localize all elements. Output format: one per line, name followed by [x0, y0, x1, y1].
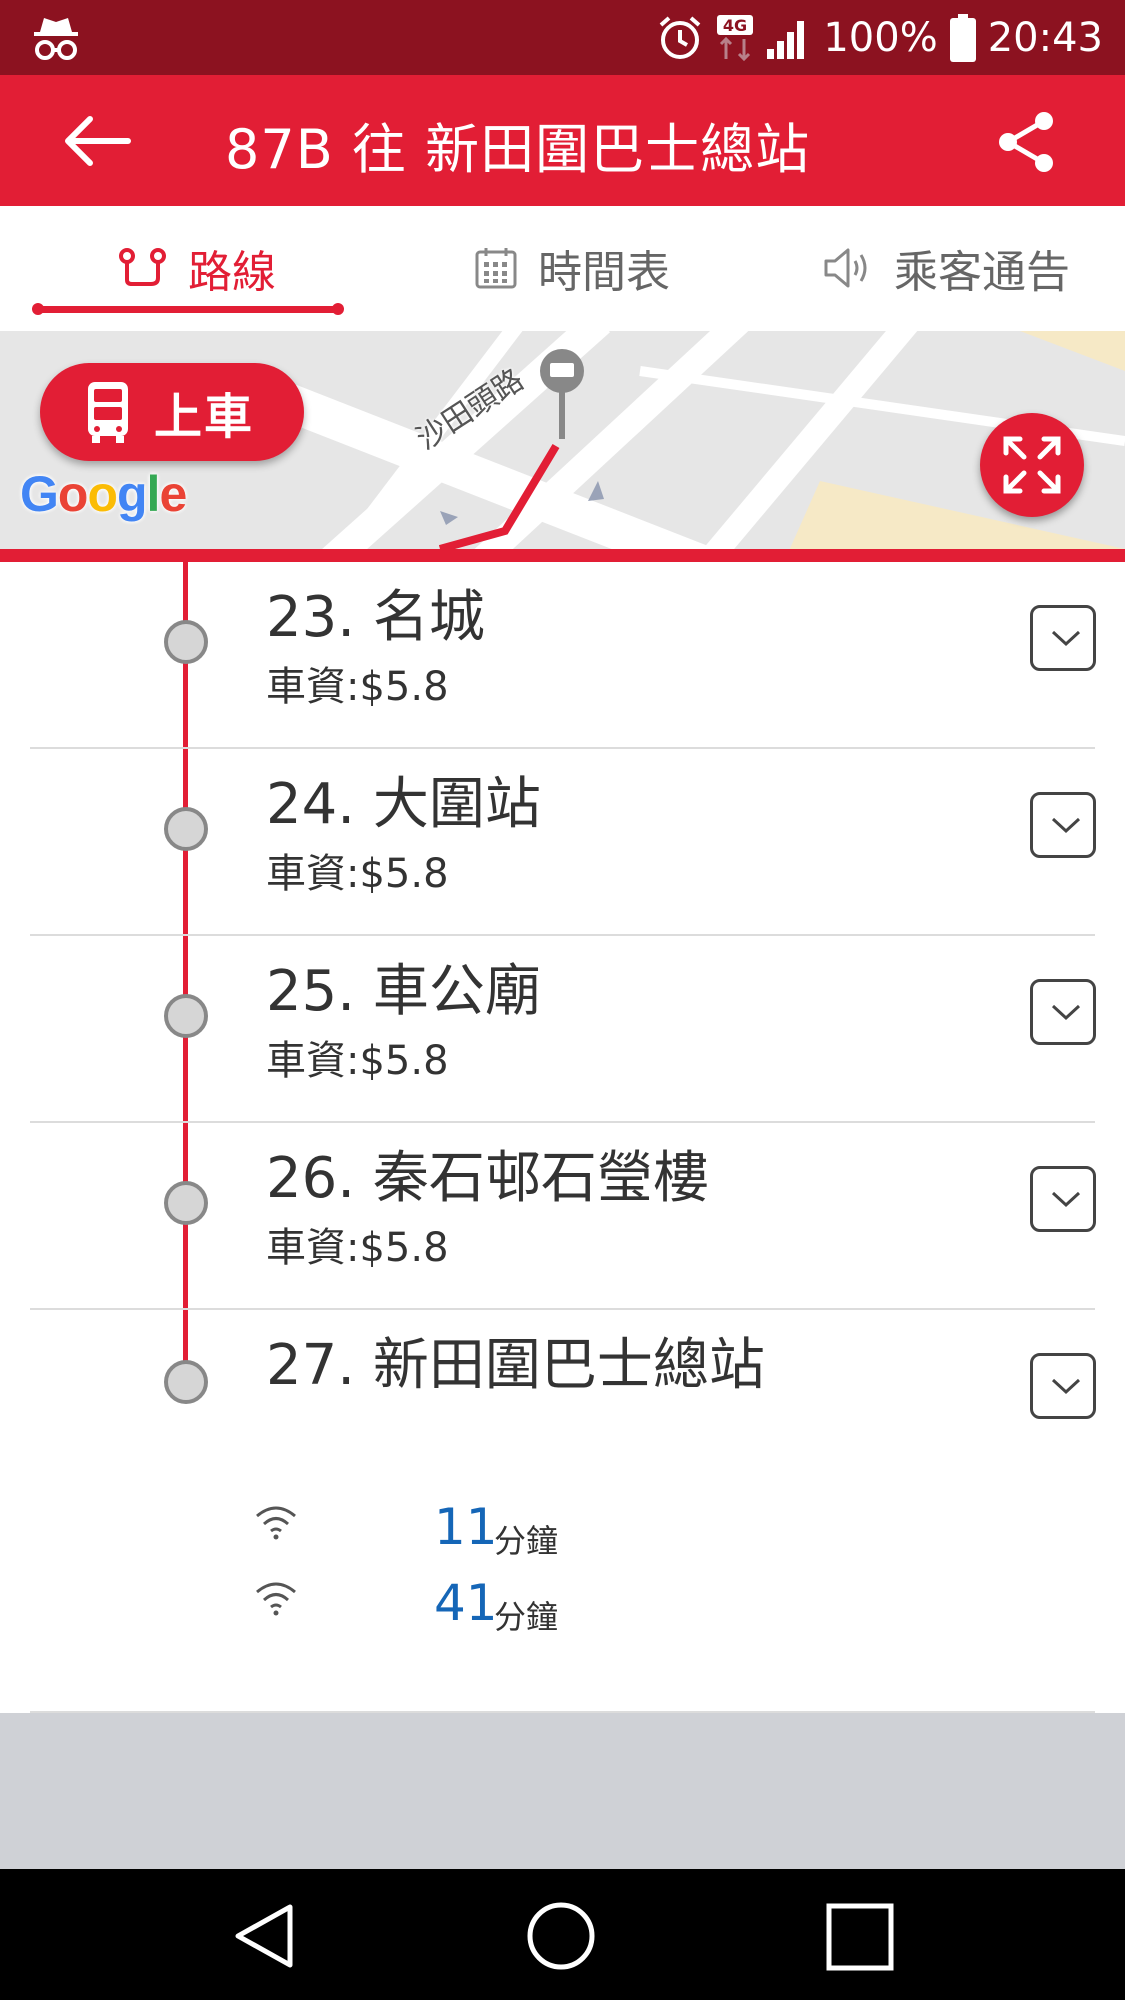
signal-icon: [767, 20, 805, 59]
eta-minutes: 41: [434, 1574, 498, 1632]
stop-name: 23. 名城: [266, 585, 485, 650]
tab-route[interactable]: 路線: [118, 238, 276, 298]
route-icon: [119, 248, 166, 286]
tab-notices[interactable]: 乘客通告: [822, 238, 1070, 298]
eta-unit: 分鐘: [494, 1522, 559, 1560]
tab-bar: 路線 時間表 乘客通告: [0, 206, 1125, 331]
incognito-icon: [34, 18, 78, 60]
stop-name: 26. 秦石邨石瑩樓: [266, 1146, 709, 1211]
page-title: 87B 往 新田圍巴士總站: [225, 118, 811, 181]
status-bar: 4G 100% 20:43: [0, 0, 1125, 75]
calendar-icon: [475, 248, 517, 289]
stop-expand-button[interactable]: [1030, 605, 1096, 671]
nav-back-icon[interactable]: [230, 1901, 300, 1971]
share-icon[interactable]: [996, 111, 1058, 173]
battery-percent: 100%: [823, 14, 938, 61]
chevron-down-icon: [1051, 1191, 1081, 1208]
eta-row: 41 分鐘: [0, 1574, 1125, 1636]
system-nav-bar: [0, 1869, 1125, 2000]
stop-node: [164, 1181, 208, 1225]
bus-icon: [88, 382, 128, 443]
app-bar: 87B 往 新田圍巴士總站: [0, 75, 1125, 206]
stop-fare: 車資:$5.8: [266, 1225, 449, 1271]
stop-node: [164, 994, 208, 1038]
stop-expand-button[interactable]: [1030, 979, 1096, 1045]
svg-text:4G: 4G: [723, 16, 747, 35]
stop-fare: 車資:$5.8: [266, 851, 449, 897]
board-bus-label: 上車: [154, 389, 255, 445]
battery-icon: [949, 13, 976, 62]
stop-item[interactable]: 24. 大圍站 車資:$5.8: [0, 749, 1125, 936]
stop-expand-button[interactable]: [1030, 1166, 1096, 1232]
chevron-down-icon: [1051, 1378, 1081, 1395]
stop-name: 27. 新田圍巴士總站: [266, 1333, 765, 1398]
list-footer-area: [0, 1713, 1125, 1869]
alarm-icon: [660, 15, 701, 59]
stop-node: [164, 807, 208, 851]
nav-home-icon[interactable]: [526, 1901, 596, 1971]
tab-route-label: 路線: [188, 247, 276, 298]
stop-expand-button[interactable]: [1030, 1353, 1096, 1419]
stop-expand-button[interactable]: [1030, 792, 1096, 858]
stop-item[interactable]: 26. 秦石邨石瑩樓 車資:$5.8: [0, 1123, 1125, 1310]
board-bus-button[interactable]: 上車: [40, 363, 304, 461]
route-map[interactable]: 沙田頭路 上車 Google: [0, 331, 1125, 549]
clock: 20:43: [987, 14, 1103, 61]
stop-item[interactable]: 25. 車公廟 車資:$5.8: [0, 936, 1125, 1123]
expand-icon: [1003, 436, 1061, 494]
speaker-icon: [824, 248, 867, 288]
stop-fare: 車資:$5.8: [266, 664, 449, 710]
chevron-down-icon: [1051, 630, 1081, 647]
realtime-signal-icon: [256, 1582, 296, 1616]
tab-timetable[interactable]: 時間表: [474, 238, 670, 298]
map-divider: [0, 549, 1125, 562]
back-arrow-icon[interactable]: [56, 109, 136, 173]
eta-minutes: 11: [434, 1498, 498, 1556]
chevron-down-icon: [1051, 1004, 1081, 1021]
eta-unit: 分鐘: [494, 1598, 559, 1636]
stop-item[interactable]: 23. 名城 車資:$5.8: [0, 562, 1125, 749]
stop-node: [164, 1360, 208, 1404]
stop-name: 25. 車公廟: [266, 959, 541, 1024]
stop-item-terminus[interactable]: 27. 新田圍巴士總站 11 分鐘 41 分鐘: [0, 1310, 1125, 1710]
stop-node: [164, 620, 208, 664]
nav-recents-icon[interactable]: [826, 1903, 894, 1971]
tab-indicator: [32, 303, 344, 315]
eta-row: 11 分鐘: [0, 1498, 1125, 1560]
realtime-signal-icon: [256, 1506, 296, 1540]
stop-name: 24. 大圍站: [266, 772, 541, 837]
chevron-down-icon: [1051, 817, 1081, 834]
tab-notices-label: 乘客通告: [894, 247, 1070, 298]
stop-fare: 車資:$5.8: [266, 1038, 449, 1084]
fullscreen-map-button[interactable]: [980, 413, 1084, 517]
google-logo: Google: [20, 466, 187, 522]
4g-data-icon: 4G: [717, 14, 754, 61]
tab-timetable-label: 時間表: [538, 247, 670, 298]
